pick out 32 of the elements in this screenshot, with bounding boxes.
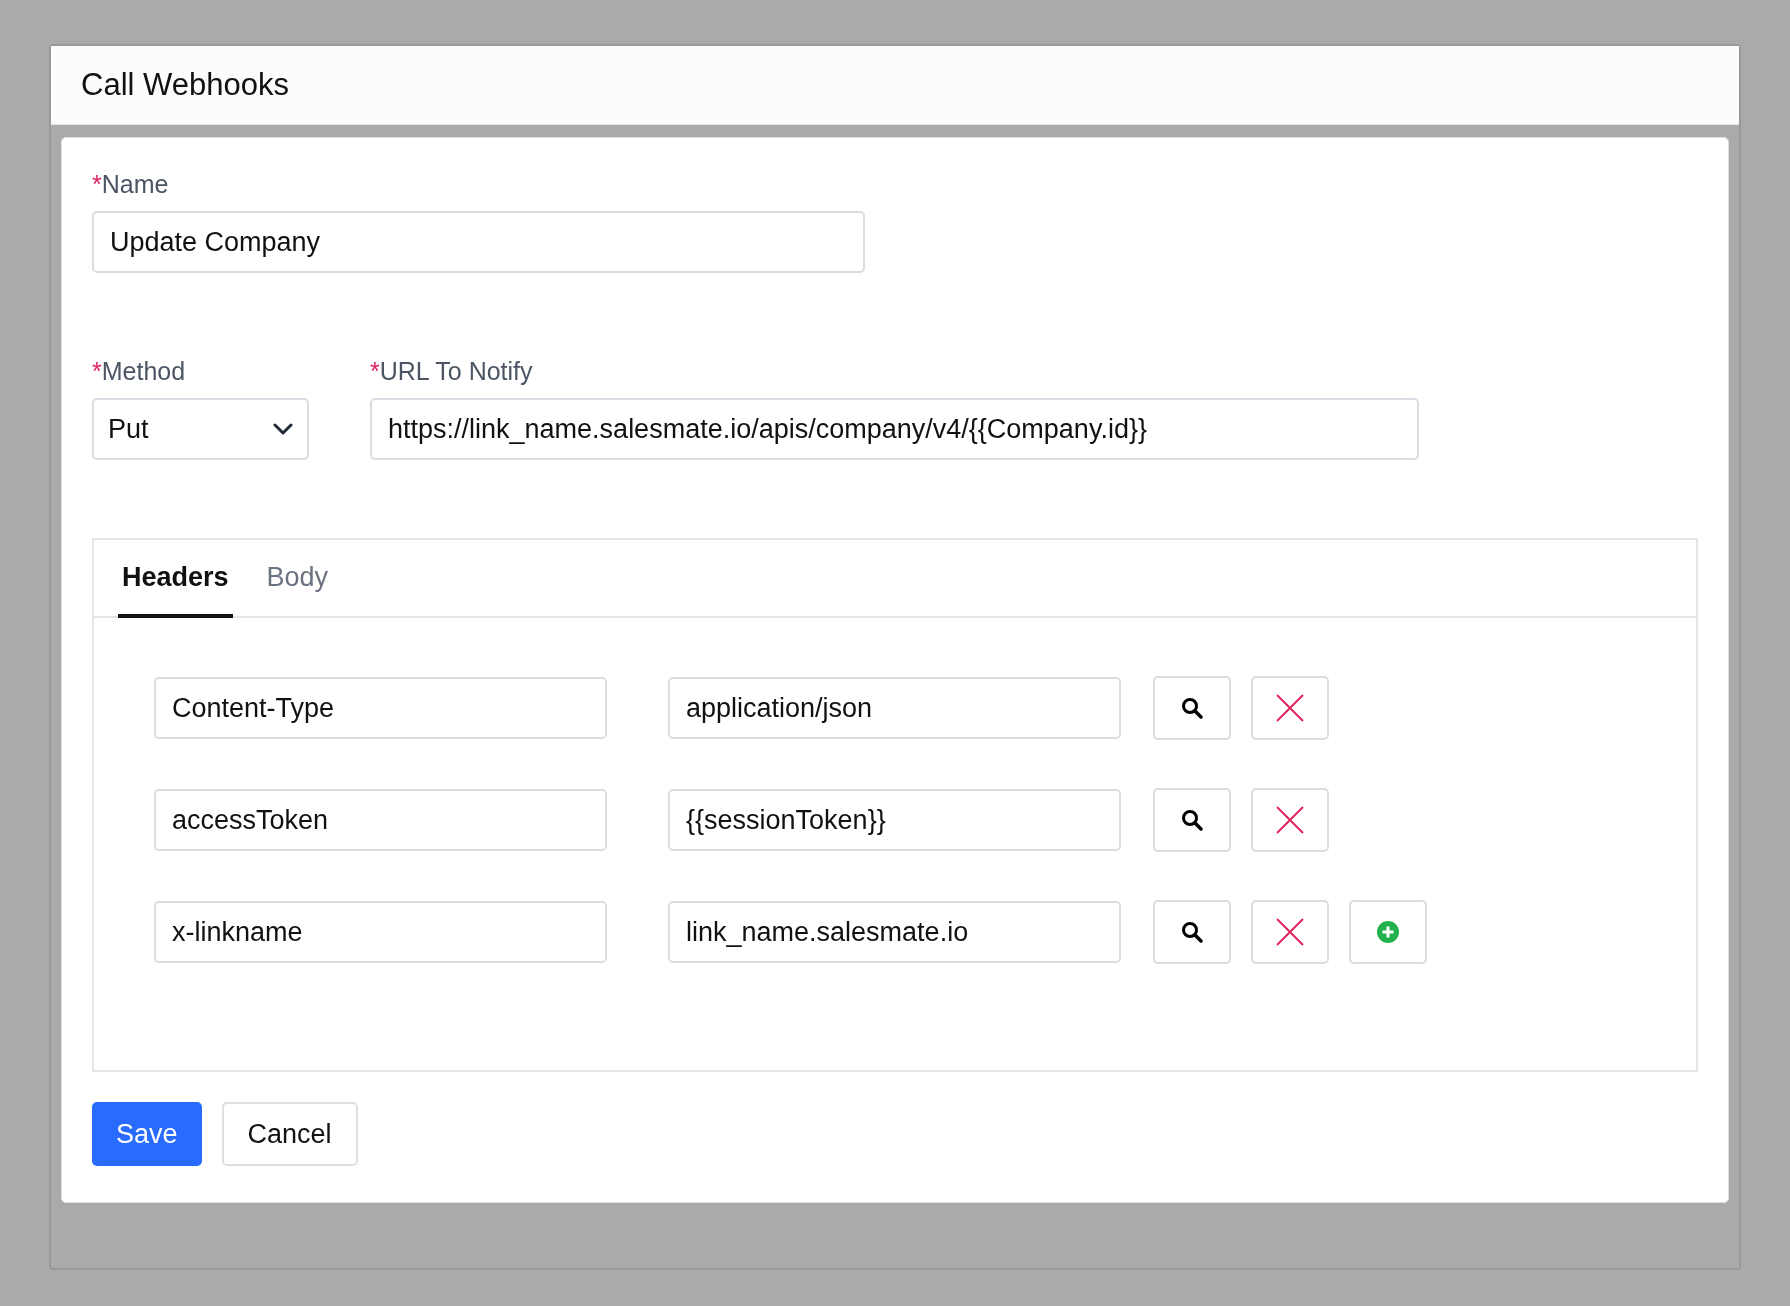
search-button[interactable] [1153, 900, 1231, 964]
header-value-input[interactable]: link_name.salesmate.io [668, 901, 1121, 963]
search-button[interactable] [1153, 788, 1231, 852]
close-icon [1275, 693, 1305, 723]
search-button[interactable] [1153, 676, 1231, 740]
add-button[interactable] [1349, 900, 1427, 964]
header-value-input[interactable]: {{sessionToken}} [668, 789, 1121, 851]
header-key-input[interactable]: Content-Type [154, 677, 607, 739]
header-value-input[interactable]: application/json [668, 677, 1121, 739]
field-label: *Method [92, 357, 187, 386]
remove-button[interactable] [1251, 900, 1329, 964]
plus-circle-icon [1376, 920, 1400, 944]
cancel-button[interactable]: Cancel [221, 1102, 358, 1166]
tab[interactable]: Headers [118, 540, 233, 618]
chevron-down-icon [273, 423, 293, 435]
search-icon [1180, 696, 1204, 720]
remove-button[interactable] [1251, 676, 1329, 740]
close-icon [1275, 917, 1305, 947]
search-icon [1180, 920, 1204, 944]
field-label: *URL To Notify [370, 357, 534, 386]
tab[interactable]: Body [262, 540, 333, 618]
dialog-title: Call Webhooks [81, 67, 289, 103]
method-dropdown[interactable]: Put [92, 398, 309, 460]
header-key-input[interactable]: accessToken [154, 789, 607, 851]
remove-button[interactable] [1251, 788, 1329, 852]
header-key-input[interactable]: x-linkname [154, 901, 607, 963]
name-input[interactable]: Update Company [92, 211, 865, 273]
save-button[interactable]: Save [92, 1102, 202, 1166]
url-input[interactable]: https://link_name.salesmate.io/apis/company/v4/{{Company.id}} [370, 398, 1419, 460]
close-icon [1275, 805, 1305, 835]
search-icon [1180, 808, 1204, 832]
field-label: *Name [92, 170, 170, 199]
